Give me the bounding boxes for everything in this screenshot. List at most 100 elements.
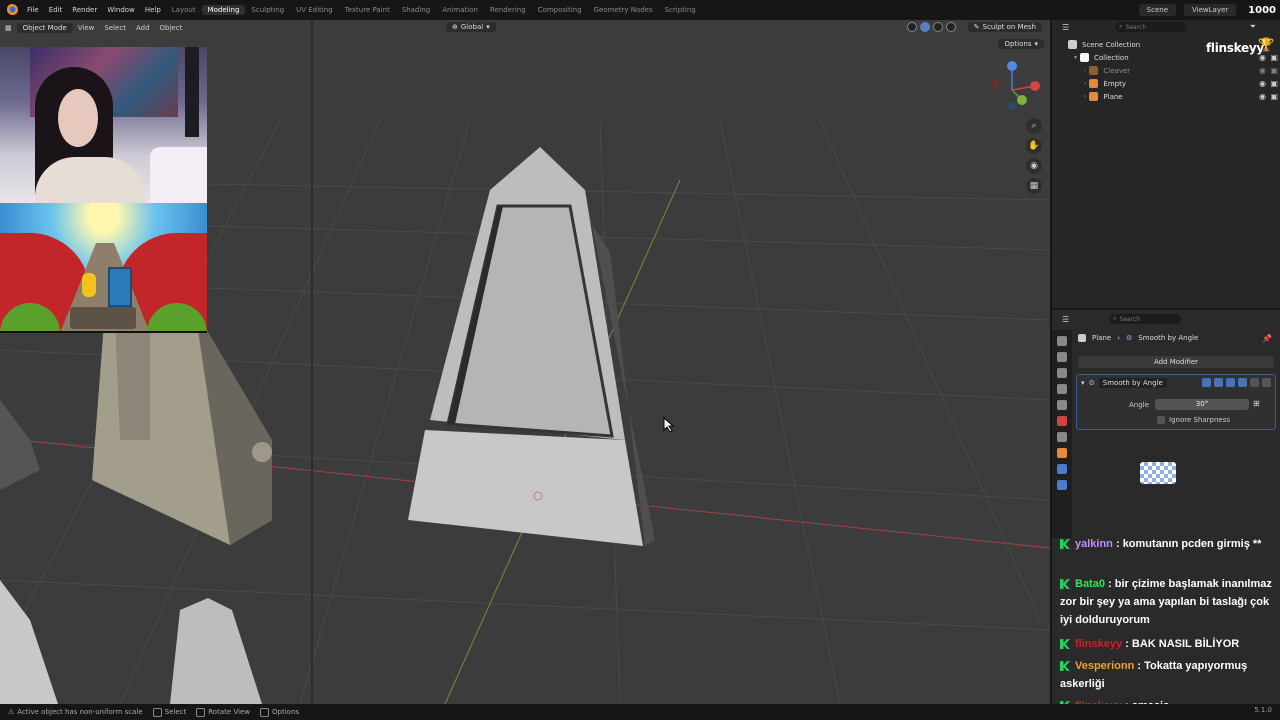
object-tab-icon[interactable] bbox=[1057, 448, 1067, 458]
wireframe-shading-icon[interactable] bbox=[907, 22, 917, 32]
menu-window[interactable]: Window bbox=[102, 6, 140, 14]
output-tab-icon[interactable] bbox=[1057, 368, 1067, 378]
workspace-tab-compositing[interactable]: Compositing bbox=[532, 6, 588, 14]
close-icon[interactable] bbox=[1262, 378, 1271, 387]
scene-tab-icon[interactable] bbox=[1057, 400, 1067, 410]
solid-shading-icon[interactable] bbox=[920, 22, 930, 32]
render-camera-icon[interactable]: ▣ bbox=[1270, 53, 1278, 62]
breadcrumb: Plane › ⚙ Smooth by Angle bbox=[1078, 334, 1198, 342]
status-warning: ⚠ Active object has non-uniform scale bbox=[8, 708, 143, 716]
chat-message: Bata0 : bir çizime başlamak inanılmaz zo… bbox=[1060, 578, 1272, 626]
world-tab-icon[interactable] bbox=[1057, 416, 1067, 426]
pin-icon[interactable]: 📌 bbox=[1262, 334, 1272, 343]
properties-search-input[interactable]: ⌕ Search bbox=[1109, 314, 1182, 324]
render-tab-icon[interactable] bbox=[1057, 352, 1067, 362]
outliner-editor-icon[interactable]: ☰ bbox=[1062, 23, 1069, 32]
workspace-tab-sculpting[interactable]: Sculpting bbox=[245, 6, 290, 14]
view-layer-selector[interactable]: ViewLayer bbox=[1184, 4, 1237, 16]
render-camera-icon[interactable]: ▣ bbox=[1270, 92, 1278, 101]
zoom-icon[interactable]: ⌕ bbox=[1026, 118, 1042, 134]
modifier-header: ▾ ⚙ Smooth by Angle bbox=[1081, 378, 1167, 388]
chevron-down-icon[interactable]: ▾ bbox=[1081, 379, 1085, 387]
scene-selector[interactable]: Scene bbox=[1138, 4, 1177, 16]
workspace-tab-shading[interactable]: Shading bbox=[396, 6, 436, 14]
modifier-node-icon: ⚙ bbox=[1088, 379, 1095, 387]
menu-file[interactable]: File bbox=[22, 6, 44, 14]
expand-icon[interactable]: › bbox=[1084, 80, 1086, 87]
transform-orientation-dropdown[interactable]: ⊕ Global ▾ bbox=[446, 22, 496, 32]
outliner-search-input[interactable]: ⌕ Search bbox=[1115, 22, 1188, 32]
checker-preview-icon bbox=[1140, 462, 1176, 484]
menu-select[interactable]: Select bbox=[99, 24, 131, 32]
outliner-item-empty[interactable]: › Empty ◉ ▣ bbox=[1052, 77, 1280, 90]
chat-username: yalkinn bbox=[1075, 538, 1113, 550]
workspace-tab-layout[interactable]: Layout bbox=[166, 6, 202, 14]
grid-toggle-icon[interactable]: ▦ bbox=[1026, 178, 1042, 194]
trophy-icon: 🏆 bbox=[1258, 38, 1275, 53]
workspace-tab-texture-paint[interactable]: Texture Paint bbox=[339, 6, 396, 14]
expand-icon[interactable]: › bbox=[1084, 93, 1086, 100]
mouse-left-icon bbox=[152, 707, 162, 717]
particles-tab-icon[interactable] bbox=[1057, 480, 1067, 490]
angle-label: Angle bbox=[1129, 401, 1149, 409]
status-hint-select: Select bbox=[152, 707, 186, 717]
ignore-sharpness-checkbox[interactable]: Ignore Sharpness bbox=[1157, 416, 1230, 424]
navigation-gizmo[interactable] bbox=[990, 60, 1040, 116]
edit-mode-toggle-icon[interactable] bbox=[1202, 378, 1211, 387]
outliner-item-cleaver[interactable]: › Cleaver ◉ ▣ bbox=[1052, 64, 1280, 77]
workspace-tab-uv-editing[interactable]: UV Editing bbox=[290, 6, 339, 14]
rendered-shading-icon[interactable] bbox=[946, 22, 956, 32]
properties-editor-icon[interactable]: ☰ bbox=[1062, 315, 1069, 324]
material-shading-icon[interactable] bbox=[933, 22, 943, 32]
menu-help[interactable]: Help bbox=[140, 6, 166, 14]
blender-logo-icon[interactable] bbox=[6, 4, 18, 16]
menu-object[interactable]: Object bbox=[155, 24, 188, 32]
add-modifier-button[interactable]: Add Modifier bbox=[1078, 356, 1274, 368]
mode-selector[interactable]: Object Mode bbox=[16, 22, 73, 33]
menu-edit[interactable]: Edit bbox=[44, 6, 68, 14]
visibility-eye-icon[interactable]: ◉ bbox=[1259, 92, 1266, 101]
menu-add[interactable]: Add bbox=[131, 24, 155, 32]
object-icon bbox=[1078, 334, 1086, 342]
checkbox-box[interactable] bbox=[1157, 416, 1165, 424]
3d-viewport[interactable]: ▦ Object Mode View Select Add Object ⊕ G… bbox=[0, 20, 1050, 704]
render-camera-icon[interactable]: ▣ bbox=[1270, 66, 1278, 75]
collection-tab-icon[interactable] bbox=[1057, 432, 1067, 442]
mesh-object-icon bbox=[1089, 92, 1099, 101]
angle-field[interactable]: 30° bbox=[1155, 399, 1249, 410]
node-input-icon[interactable]: ⊞ bbox=[1253, 399, 1260, 408]
render-toggle-icon[interactable] bbox=[1238, 378, 1247, 387]
visibility-eye-icon[interactable]: ◉ bbox=[1259, 79, 1266, 88]
workspace-tab-scripting[interactable]: Scripting bbox=[659, 6, 702, 14]
expand-icon[interactable]: › bbox=[1084, 67, 1086, 74]
sculpt-on-mesh-button[interactable]: ✎ Sculpt on Mesh bbox=[967, 22, 1042, 32]
modifier-name-field[interactable]: Smooth by Angle bbox=[1098, 378, 1167, 388]
dropdown-icon[interactable] bbox=[1250, 378, 1259, 387]
warning-icon: ⚠ bbox=[8, 708, 15, 716]
expand-icon[interactable]: ▾ bbox=[1074, 54, 1077, 61]
render-camera-icon[interactable]: ▣ bbox=[1270, 79, 1278, 88]
viewport-display-toggle-icon[interactable] bbox=[1226, 378, 1235, 387]
mesh-object-icon bbox=[1089, 66, 1099, 75]
workspace-tab-modeling[interactable]: Modeling bbox=[201, 5, 246, 15]
outliner-item-plane[interactable]: › Plane ◉ ▣ bbox=[1052, 90, 1280, 103]
view-layer-tab-icon[interactable] bbox=[1057, 384, 1067, 394]
workspace-tab-geometry-nodes[interactable]: Geometry Nodes bbox=[588, 6, 659, 14]
menu-view[interactable]: View bbox=[73, 24, 100, 32]
kick-badge-icon bbox=[1060, 539, 1070, 550]
filter-icon[interactable]: ⏷ bbox=[1250, 22, 1256, 32]
tool-tab-icon[interactable] bbox=[1057, 336, 1067, 346]
editor-type-icon[interactable]: ▦ bbox=[0, 24, 17, 32]
mouse-cursor-icon bbox=[663, 417, 675, 433]
outliner-header: ☰ ⌕ Search ⏷ bbox=[1052, 20, 1280, 34]
modifier-wrench-tab-icon[interactable] bbox=[1057, 464, 1067, 474]
pan-hand-icon[interactable]: ✋ bbox=[1026, 138, 1042, 154]
cage-toggle-icon[interactable] bbox=[1214, 378, 1223, 387]
frame-counter: 1000 bbox=[1248, 4, 1276, 16]
workspace-tab-rendering[interactable]: Rendering bbox=[484, 6, 532, 14]
workspace-tab-animation[interactable]: Animation bbox=[436, 6, 484, 14]
camera-view-icon[interactable]: ◉ bbox=[1026, 158, 1042, 174]
visibility-eye-icon[interactable]: ◉ bbox=[1259, 66, 1266, 75]
options-dropdown[interactable]: Options ▾ bbox=[998, 39, 1044, 49]
menu-render[interactable]: Render bbox=[67, 6, 102, 14]
